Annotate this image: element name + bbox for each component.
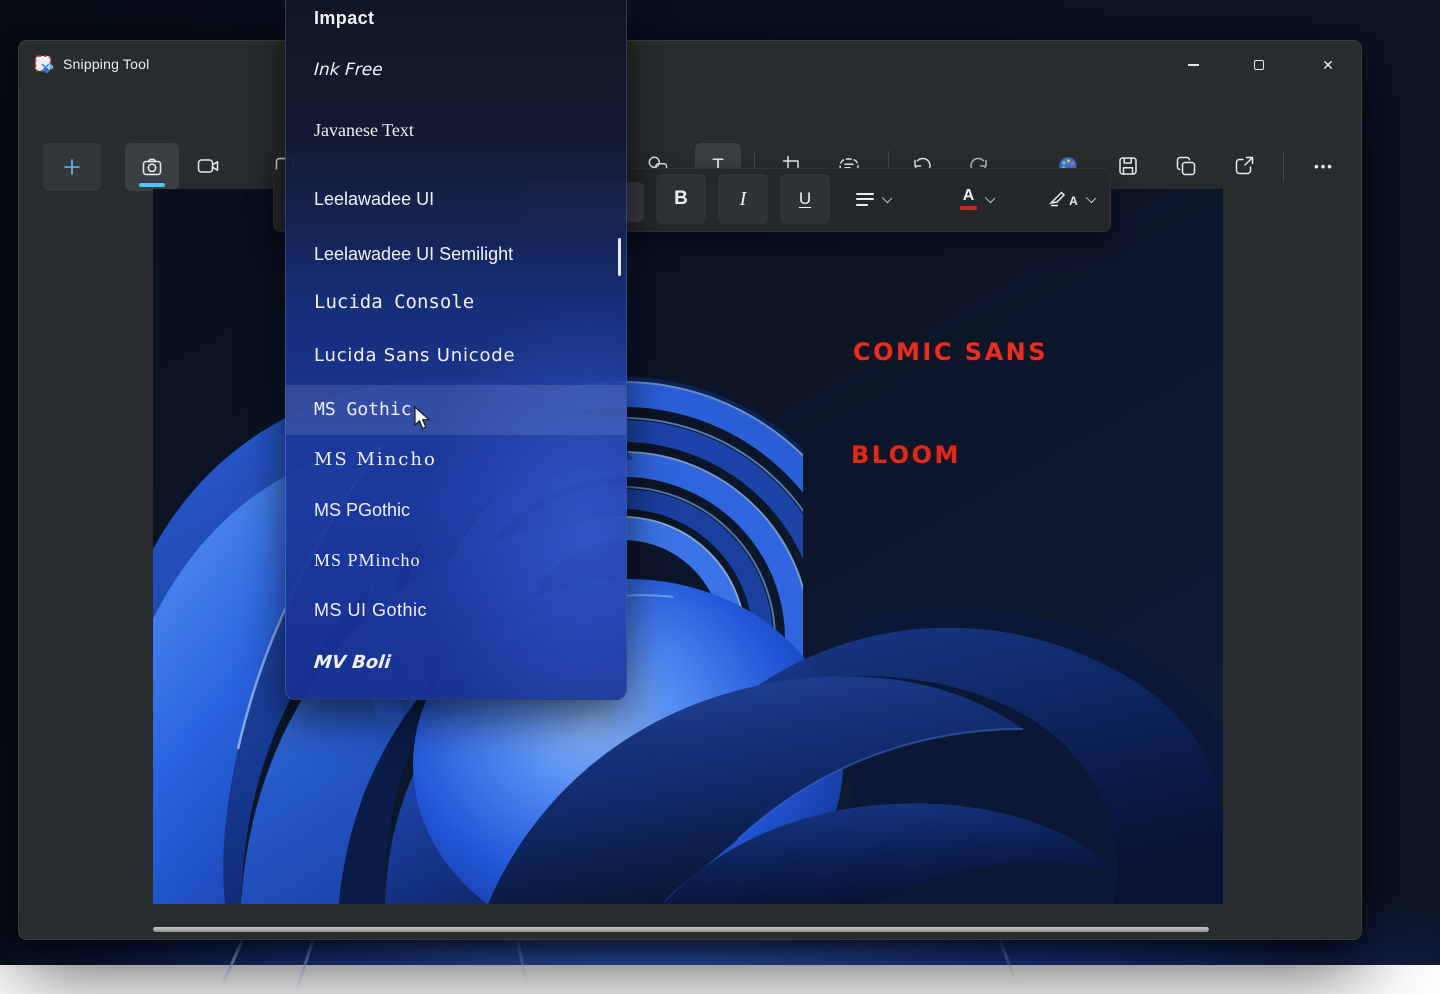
font-option-ms-ui-gothic[interactable]: MS UI Gothic (286, 585, 626, 635)
font-option-ms-pgothic[interactable]: MS PGothic (286, 485, 626, 535)
bold-button[interactable]: B (656, 174, 706, 224)
record-mode-button[interactable] (186, 144, 230, 188)
see-more-button[interactable]: ••• (1302, 144, 1346, 188)
window-title: Snipping Tool (63, 56, 149, 72)
snipping-tool-window: Snipping Tool ✕ (18, 40, 1362, 940)
highlighter-icon: A (1049, 190, 1078, 208)
maximize-icon (1254, 60, 1264, 70)
copy-button[interactable] (1164, 144, 1208, 188)
selected-mode-indicator (139, 183, 165, 187)
horizontal-scrollbar[interactable] (153, 927, 1209, 932)
font-option-lucida-console[interactable]: Lucida Console (286, 277, 626, 327)
font-color-swatch (960, 206, 977, 211)
font-option-leelawadee-ui[interactable]: Leelawadee UI (286, 174, 626, 224)
toolbar-separator (1283, 151, 1284, 182)
font-family-dropdown: ImpactInk Free Javanese Text Leelawadee UI… (285, 0, 627, 700)
snipping-tool-app-icon (33, 54, 55, 76)
camera-icon (140, 155, 164, 179)
wallpaper-petal-streak (220, 932, 247, 988)
mouse-cursor (413, 406, 437, 432)
maximize-button[interactable] (1236, 50, 1282, 80)
font-color-icon: A (960, 188, 977, 211)
chevron-down-icon (985, 192, 995, 202)
font-option-leelawadee-ui-semilight[interactable]: Leelawadee UI Semilight (286, 229, 626, 279)
save-icon (1116, 154, 1140, 178)
wallpaper-petal-streak (514, 932, 528, 986)
minimize-button[interactable] (1170, 50, 1216, 80)
canvas-text-bloom: BLOOM (851, 441, 961, 469)
toolbar: T (19, 89, 1361, 147)
font-option-ms-gothic[interactable]: MS Gothic (286, 385, 626, 435)
font-option-ms-pmincho[interactable]: MS PMincho (286, 535, 626, 585)
share-icon (1232, 154, 1256, 178)
snip-mode-button[interactable] (125, 143, 179, 191)
font-option-mv-boli[interactable]: MV Boli (285, 638, 627, 688)
alignment-icon (856, 193, 874, 206)
font-option-ms-mincho[interactable]: MS Mincho (286, 435, 626, 485)
close-button[interactable]: ✕ (1305, 50, 1351, 80)
share-button[interactable] (1222, 144, 1266, 188)
font-option-impact[interactable]: Impact (286, 0, 626, 43)
minimize-icon (1188, 64, 1199, 66)
titlebar: Snipping Tool ✕ (19, 41, 1361, 89)
alignment-button[interactable] (837, 178, 909, 220)
italic-button[interactable]: I (718, 174, 768, 224)
dropdown-scrollbar[interactable] (618, 238, 621, 276)
copy-icon (1174, 154, 1198, 178)
font-option-javanese-text[interactable]: Javanese Text (286, 105, 626, 155)
save-button[interactable] (1106, 144, 1150, 188)
font-option-lucida-sans-unicode[interactable]: Lucida Sans Unicode (286, 331, 626, 381)
highlight-color-button[interactable]: A (1035, 178, 1109, 220)
font-option-ink-free[interactable]: Ink Free (285, 45, 627, 95)
chevron-down-icon (881, 192, 891, 202)
underline-button[interactable]: U (780, 174, 830, 224)
new-snip-button[interactable] (43, 143, 101, 191)
video-camera-icon (196, 154, 220, 178)
canvas-text-comic-sans: COMIC SANS (853, 338, 1048, 366)
font-color-button[interactable]: A (941, 178, 1013, 220)
chevron-down-icon (1086, 192, 1096, 202)
